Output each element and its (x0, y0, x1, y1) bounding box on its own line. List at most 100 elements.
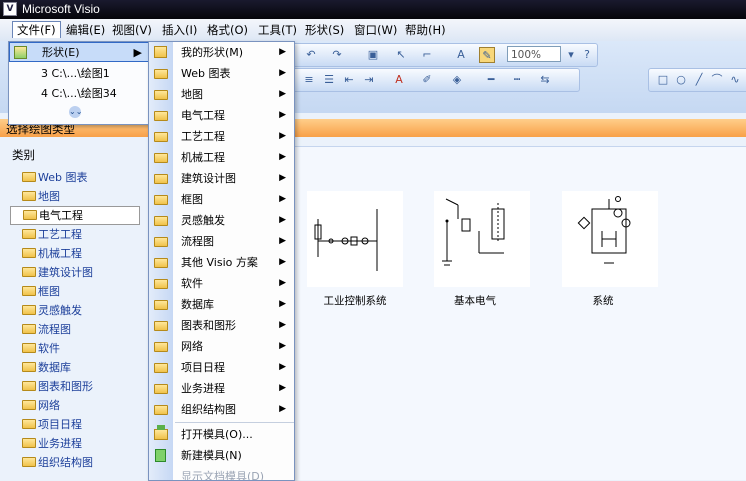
zoom-box[interactable]: 100% (507, 46, 561, 62)
submenu-item[interactable]: 数据库 ▶ (149, 294, 294, 315)
recent-file-1[interactable]: 3 C:\...\绘图1 (9, 64, 149, 84)
folder-icon (154, 216, 168, 226)
fill-color-icon[interactable]: ◈ (449, 72, 465, 88)
submenu-item[interactable]: 我的形状(M) ▶ (149, 42, 294, 63)
submenu-item[interactable]: 其他 Visio 方案 ▶ (149, 252, 294, 273)
submenu-item[interactable]: 项目日程 ▶ (149, 357, 294, 378)
shapes-icon[interactable]: ▣ (365, 47, 381, 63)
arc-icon[interactable]: ⌒ (709, 72, 725, 88)
menu-view[interactable]: 视图(V) (108, 22, 156, 38)
category-item[interactable]: 数据库 (10, 358, 150, 377)
category-item[interactable]: 流程图 (10, 320, 150, 339)
category-item[interactable]: Web 图表 (10, 168, 150, 187)
submenu-item[interactable]: 流程图 ▶ (149, 231, 294, 252)
redo-icon[interactable]: ↷ (329, 47, 345, 63)
category-item[interactable]: 项目日程 (10, 415, 150, 434)
category-item[interactable]: 网络 (10, 396, 150, 415)
folder-icon (154, 300, 168, 310)
folder-icon (154, 195, 168, 205)
rectangle-icon[interactable]: □ (655, 72, 671, 88)
submenu-arrow-icon: ▶ (279, 383, 286, 393)
justify-icon[interactable]: ☰ (321, 72, 337, 88)
submenu-item[interactable]: Web 图表 ▶ (149, 63, 294, 84)
submenu-item[interactable]: 电气工程 ▶ (149, 105, 294, 126)
menu-format[interactable]: 格式(O) (203, 22, 252, 38)
template-label[interactable]: 工业控制系统 (295, 293, 415, 308)
template-label[interactable]: 基本电气 (415, 293, 535, 308)
menu-window[interactable]: 窗口(W) (350, 22, 401, 38)
submenu-arrow-icon: ▶ (133, 46, 142, 59)
submenu-item[interactable]: 软件 ▶ (149, 273, 294, 294)
indent-increase-icon[interactable]: ⇥ (361, 72, 377, 88)
submenu-item[interactable]: 图表和图形 ▶ (149, 315, 294, 336)
category-item[interactable]: 工艺工程 (10, 225, 150, 244)
category-item-selected[interactable]: 电气工程 (10, 206, 140, 225)
category-item[interactable]: 组织结构图 (10, 453, 150, 472)
undo-icon[interactable]: ↶ (303, 47, 319, 63)
visio-app-icon[interactable]: V (3, 2, 17, 16)
template-thumbnail-system[interactable] (562, 191, 658, 287)
category-item[interactable]: 图表和图形 (10, 377, 150, 396)
menu-tools[interactable]: 工具(T) (254, 22, 301, 38)
submenu-item[interactable]: 业务进程 ▶ (149, 378, 294, 399)
folder-icon (22, 248, 36, 258)
category-item[interactable]: 建筑设计图 (10, 263, 150, 282)
submenu-arrow-icon: ▶ (279, 299, 286, 309)
category-item[interactable]: 灵感触发 (10, 301, 150, 320)
template-thumbnail-industrial-control[interactable] (307, 191, 403, 287)
submenu-item[interactable]: 组织结构图 ▶ (149, 399, 294, 420)
category-item[interactable]: 机械工程 (10, 244, 150, 263)
new-stencil-item[interactable]: 新建模具(N) (149, 445, 294, 466)
category-item[interactable]: 软件 (10, 339, 150, 358)
menu-item-shapes[interactable]: 形状(E) ▶ (9, 42, 149, 62)
submenu-arrow-icon: ▶ (279, 194, 286, 204)
menu-file[interactable]: 文件(F) (12, 21, 61, 38)
menu-edit[interactable]: 编辑(E) (62, 22, 109, 38)
template-thumbnail-basic-electrical[interactable] (434, 191, 530, 287)
folder-icon (154, 90, 168, 100)
submenu-item[interactable]: 灵感触发 ▶ (149, 210, 294, 231)
my-shapes-icon (154, 46, 167, 58)
folder-icon (22, 419, 36, 429)
menu-help[interactable]: 帮助(H) (401, 22, 450, 38)
expand-menu-icon[interactable]: ⌄⌄ (69, 106, 82, 118)
ellipse-icon[interactable]: ○ (673, 72, 689, 88)
font-color-icon[interactable]: A (391, 72, 407, 88)
connector-tool-icon[interactable]: ⌐ (419, 47, 435, 63)
category-item[interactable]: 业务进程 (10, 434, 150, 453)
template-label[interactable]: 系统 (543, 293, 663, 308)
submenu-item[interactable]: 机械工程 ▶ (149, 147, 294, 168)
open-stencil-item[interactable]: 打开模具(O)... (149, 424, 294, 445)
submenu-item[interactable]: 建筑设计图 ▶ (149, 168, 294, 189)
folder-icon (22, 381, 36, 391)
standard-toolbar: ↶ ↷ ▣ ↖ ⌐ A ✎ 100% ▾ ? (292, 43, 598, 67)
submenu-arrow-icon: ▶ (279, 278, 286, 288)
line-color-icon[interactable]: ✐ (419, 72, 435, 88)
pointer-tool-icon[interactable]: ↖ (393, 47, 409, 63)
line-pattern-icon[interactable]: ┅ (509, 72, 525, 88)
line-icon[interactable]: ╱ (691, 72, 707, 88)
menu-insert[interactable]: 插入(I) (158, 22, 201, 38)
submenu-item[interactable]: 工艺工程 ▶ (149, 126, 294, 147)
folder-icon (154, 258, 168, 268)
line-ends-icon[interactable]: ⇆ (537, 72, 553, 88)
format-painter-icon[interactable]: ✎ (479, 47, 495, 63)
folder-icon (22, 438, 36, 448)
submenu-arrow-icon: ▶ (279, 68, 286, 78)
submenu-item[interactable]: 地图 ▶ (149, 84, 294, 105)
submenu-item[interactable]: 网络 ▶ (149, 336, 294, 357)
freeform-icon[interactable]: ∿ (727, 72, 743, 88)
indent-decrease-icon[interactable]: ⇤ (341, 72, 357, 88)
folder-icon (154, 174, 168, 184)
text-tool-icon[interactable]: A (453, 47, 469, 63)
submenu-item[interactable]: 框图 ▶ (149, 189, 294, 210)
line-weight-icon[interactable]: ━ (483, 72, 499, 88)
category-item[interactable]: 地图 (10, 187, 150, 206)
align-icon[interactable]: ≡ (301, 72, 317, 88)
folder-icon (22, 267, 36, 277)
help-icon[interactable]: ? (579, 47, 595, 63)
category-item[interactable]: 框图 (10, 282, 150, 301)
menu-shapes[interactable]: 形状(S) (301, 22, 348, 38)
chevron-down-icon[interactable]: ▾ (563, 47, 579, 63)
recent-file-2[interactable]: 4 C:\...\绘图34 (9, 84, 149, 104)
